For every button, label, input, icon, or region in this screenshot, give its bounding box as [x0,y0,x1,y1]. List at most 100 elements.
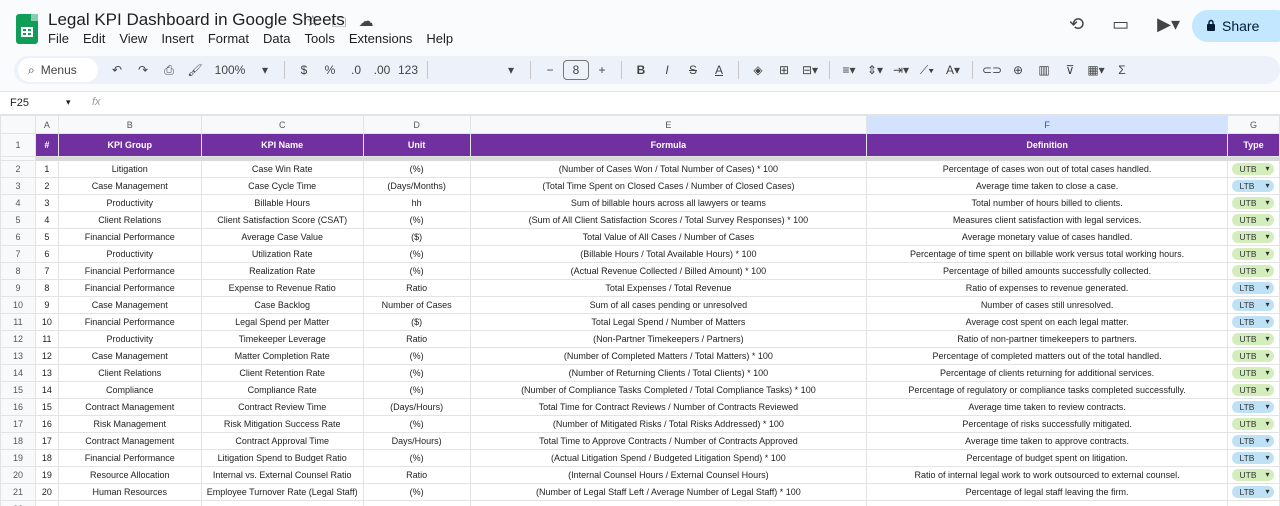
cell-n[interactable]: 4 [34,211,59,229]
text-rotation-icon[interactable]: ⟋▾ [916,63,938,78]
row-header[interactable]: 3 [0,177,36,195]
cell-formula[interactable]: (Number of Completed Matters / Total Mat… [469,347,868,365]
type-dropdown-chip[interactable]: UTB [1232,384,1275,396]
cell-n[interactable]: 20 [34,483,59,501]
cell-definition[interactable]: Percentage of regulatory or compliance t… [866,381,1228,399]
cell-group[interactable]: Case Management [57,347,202,365]
row-header[interactable]: 11 [0,313,36,331]
cell-name[interactable]: Contract Review Time [200,398,364,416]
cell-type[interactable]: UTB [1226,245,1280,263]
cell-group[interactable]: Financial Performance [57,279,202,297]
cell-name[interactable]: Billable Hours [200,194,364,212]
column-header-d[interactable]: D [362,115,471,134]
row-header[interactable]: 15 [0,381,36,399]
cell-group[interactable]: Risk Management [57,415,202,433]
menu-insert[interactable]: Insert [161,31,202,46]
borders-icon[interactable]: ⊞ [773,63,795,77]
cell-unit[interactable]: (Days/Hours) [362,398,471,416]
bold-icon[interactable]: B [630,63,652,77]
type-dropdown-chip[interactable]: LTB [1232,282,1275,294]
cell-formula[interactable]: Total Expenses / Total Revenue [469,279,868,297]
table-header-cell[interactable]: Formula [469,133,868,157]
cell-n[interactable]: 7 [34,262,59,280]
cell-type[interactable]: UTB [1226,194,1280,212]
column-header-g[interactable]: G [1226,115,1280,134]
cell-group[interactable]: Productivity [57,330,202,348]
column-header-b[interactable]: B [57,115,202,134]
cell-unit[interactable]: (%) [362,381,471,399]
cell-name[interactable]: Internal vs. External Counsel Ratio [200,466,364,484]
cell-unit[interactable]: (%) [362,211,471,229]
redo-icon[interactable]: ↷ [132,63,154,77]
version-history-icon[interactable]: ⟲ [1069,14,1084,35]
cell-group[interactable]: Productivity [57,245,202,263]
currency-format-button[interactable]: $ [293,63,315,77]
type-dropdown-chip[interactable]: UTB [1232,333,1275,345]
cell-formula[interactable]: (Actual Litigation Spend / Budgeted Liti… [469,449,868,467]
table-header-cell[interactable]: Definition [866,133,1228,157]
cell-unit[interactable]: Ratio [362,279,471,297]
cell-name[interactable]: Legal Spend per Matter [200,313,364,331]
cell-unit[interactable]: hh [362,194,471,212]
cell-unit[interactable]: ($) [362,228,471,246]
cell-name[interactable]: Case Cycle Time [200,177,364,195]
more-formats-button[interactable]: 123 [397,63,419,77]
cell-type[interactable]: UTB [1226,262,1280,280]
type-dropdown-chip[interactable]: LTB [1232,180,1275,192]
cell-name[interactable]: Expense to Revenue Ratio [200,279,364,297]
font-dropdown-icon[interactable]: ▾ [500,63,522,77]
cell-n[interactable]: 13 [34,364,59,382]
menu-view[interactable]: View [119,31,155,46]
cell-name[interactable]: Case Backlog [200,296,364,314]
spreadsheet-grid[interactable]: ABCDEFG 1 # KPI Group KPI Name Unit Formula De… [0,115,1280,506]
row-header[interactable]: 6 [0,228,36,246]
cell-formula[interactable]: Sum of billable hours across all lawyers… [469,194,868,212]
cell-definition[interactable]: Average time taken to review contracts. [866,398,1228,416]
cell-n[interactable]: 18 [34,449,59,467]
cell-name[interactable]: Employee Turnover Rate (Legal Staff) [200,483,364,501]
type-dropdown-chip[interactable]: LTB [1232,401,1275,413]
cell-type[interactable]: LTB [1226,279,1280,297]
share-button[interactable]: Share [1192,10,1280,42]
cell-definition[interactable]: Measures client satisfaction with legal … [866,211,1228,229]
cell-group[interactable]: Litigation [57,160,202,178]
print-icon[interactable]: ⎙ [158,63,180,78]
column-header-e[interactable]: E [469,115,868,134]
type-dropdown-chip[interactable]: LTB [1232,452,1275,464]
table-header-cell[interactable]: KPI Group [57,133,202,157]
cell-definition[interactable]: Average cost spent on each legal matter. [866,313,1228,331]
cell-n[interactable]: 1 [34,160,59,178]
fill-color-icon[interactable]: ◈ [747,63,769,77]
filter-views-icon[interactable]: ▦▾ [1085,63,1107,77]
row-header[interactable]: 14 [0,364,36,382]
cell-definition[interactable]: Ratio of internal legal work to work out… [866,466,1228,484]
empty-cell[interactable] [57,500,202,506]
column-header-c[interactable]: C [200,115,364,134]
decrease-decimal-button[interactable]: .0 [345,63,367,77]
cell-formula[interactable]: Total Time for Contract Reviews / Number… [469,398,868,416]
cell-unit[interactable]: Number of Cases [362,296,471,314]
increase-font-size-icon[interactable]: + [591,63,613,77]
cell-n[interactable]: 16 [34,415,59,433]
cell-name[interactable]: Risk Mitigation Success Rate [200,415,364,433]
cell-n[interactable]: 10 [34,313,59,331]
row-header[interactable]: 13 [0,347,36,365]
cell-unit[interactable]: (%) [362,160,471,178]
cell-name[interactable]: Utilization Rate [200,245,364,263]
cell-group[interactable]: Human Resources [57,483,202,501]
comments-icon[interactable]: ▭ [1112,14,1129,35]
row-header[interactable]: 12 [0,330,36,348]
select-all-corner[interactable] [0,115,36,134]
font-size-input[interactable]: 8 [563,60,589,80]
row-header[interactable]: 22 [0,500,36,506]
horizontal-align-icon[interactable]: ≡▾ [838,63,860,77]
cell-n[interactable]: 14 [34,381,59,399]
cell-formula[interactable]: (Number of Legal Staff Left / Average Nu… [469,483,868,501]
row-header[interactable]: 4 [0,194,36,212]
row-header[interactable]: 9 [0,279,36,297]
cell-definition[interactable]: Percentage of billed amounts successfull… [866,262,1228,280]
cell-type[interactable]: UTB [1226,347,1280,365]
document-title[interactable]: Legal KPI Dashboard in Google Sheets [48,10,345,30]
menu-format[interactable]: Format [208,31,257,46]
text-direction-icon[interactable]: A▾ [942,63,964,77]
